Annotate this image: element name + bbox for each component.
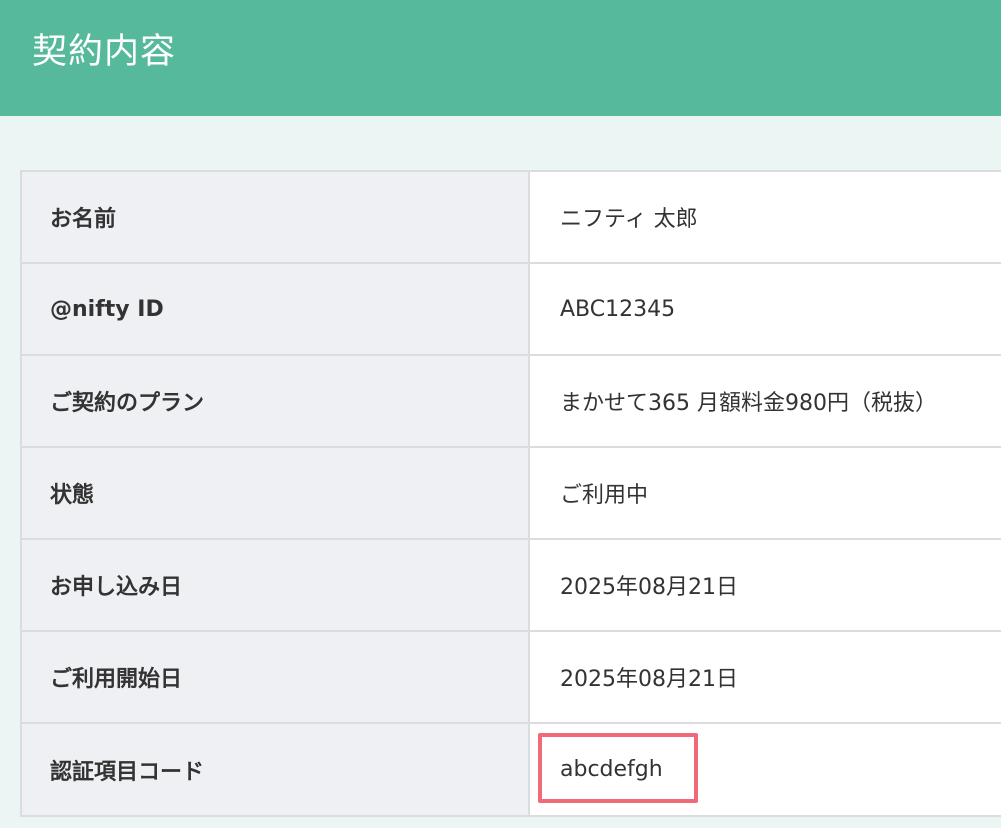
plan-value: まかせて365 月額料金980円（税抜）: [560, 391, 937, 416]
status-label: 状態: [50, 483, 95, 508]
auth-code-label: 認証項目コード: [50, 759, 205, 785]
value-cell: 2025年08月21日: [530, 540, 1001, 630]
value-cell: ご利用中: [530, 448, 1001, 538]
label-cell: 認証項目コード: [22, 724, 530, 815]
value-cell: 2025年08月21日: [530, 632, 1001, 722]
nifty-id-label: @nifty ID: [50, 296, 164, 322]
table-row-plan: ご契約のプラン まかせて365 月額料金980円（税抜）: [22, 356, 1001, 448]
table-row-application-date: お申し込み日 2025年08月21日: [22, 540, 1001, 632]
status-value: ご利用中: [560, 483, 649, 508]
name-value: ニフティ 太郎: [560, 207, 698, 232]
label-cell: @nifty ID: [22, 264, 530, 354]
table-row-name: お名前 ニフティ 太郎: [22, 172, 1001, 264]
application-date-value: 2025年08月21日: [560, 575, 738, 600]
label-cell: お申し込み日: [22, 540, 530, 630]
table-row-nifty-id: @nifty ID ABC12345: [22, 264, 1001, 356]
application-date-label: お申し込み日: [50, 575, 183, 600]
page-title: 契約内容: [32, 32, 177, 72]
contract-details-table: お名前 ニフティ 太郎 @nifty ID ABC12345 ご契約のプラン ま…: [20, 170, 1001, 817]
table-row-start-date: ご利用開始日 2025年08月21日: [22, 632, 1001, 724]
plan-label: ご契約のプラン: [50, 391, 205, 416]
nifty-id-value: ABC12345: [560, 296, 676, 322]
label-cell: お名前: [22, 172, 530, 262]
label-cell: ご利用開始日: [22, 632, 530, 722]
value-cell: まかせて365 月額料金980円（税抜）: [530, 356, 1001, 446]
value-cell: abcdefgh: [530, 724, 1001, 815]
label-cell: ご契約のプラン: [22, 356, 530, 446]
value-cell: ABC12345: [530, 264, 1001, 354]
label-cell: 状態: [22, 448, 530, 538]
table-row-auth-code: 認証項目コード abcdefgh: [22, 724, 1001, 817]
table-row-status: 状態 ご利用中: [22, 448, 1001, 540]
start-date-value: 2025年08月21日: [560, 667, 738, 692]
page-header: 契約内容: [0, 0, 1001, 116]
start-date-label: ご利用開始日: [50, 667, 183, 692]
name-label: お名前: [50, 207, 117, 232]
value-cell: ニフティ 太郎: [530, 172, 1001, 262]
auth-code-value[interactable]: abcdefgh: [560, 757, 663, 782]
